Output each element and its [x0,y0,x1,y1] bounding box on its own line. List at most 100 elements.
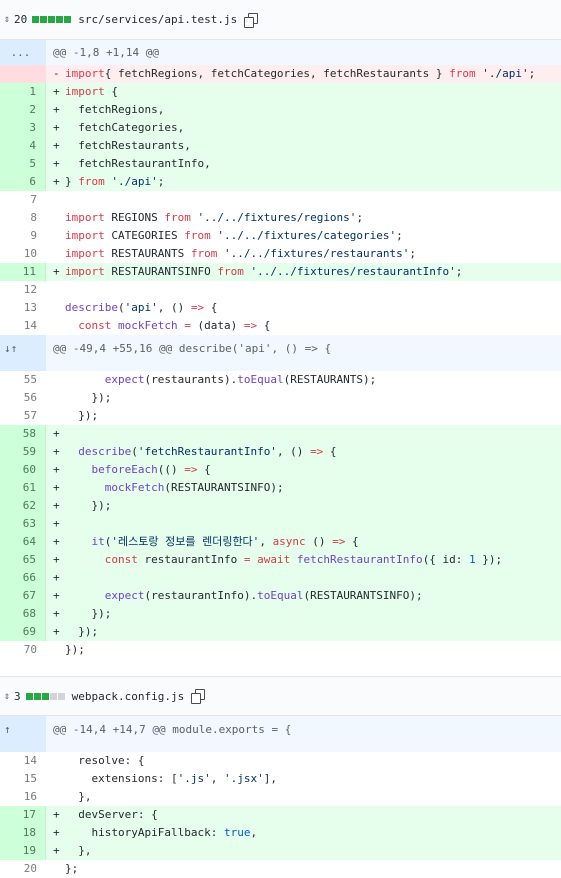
code-token: '.jsx' [223,772,264,785]
diff-line: 65 + const restaurantInfo = await fetchRe… [0,551,561,569]
line-number[interactable]: 14 [0,317,46,335]
line-number[interactable]: 6 [0,173,46,191]
diff-marker: + [53,481,60,494]
line-number[interactable]: 68 [0,605,46,623]
line-number[interactable]: 64 [0,533,46,551]
file-path-link[interactable]: src/services/api.test.js [78,13,237,26]
line-number[interactable]: 14 [0,752,46,770]
line-number[interactable]: 20 [0,860,46,878]
line-number[interactable]: 9 [0,227,46,245]
code-token: './api' [111,175,158,188]
expand-all-icon[interactable]: ⇕ [2,14,12,25]
line-number[interactable]: 60 [0,461,46,479]
diff-line: 4 + fetchRestaurants, [0,137,561,155]
code-token: { [257,319,271,332]
expand-all-icon[interactable]: ⇕ [2,691,12,702]
line-number[interactable]: 11 [0,263,46,281]
code-token: (restaurants). [144,373,238,386]
line-number[interactable]: 69 [0,623,46,641]
line-number[interactable]: 1 [0,83,46,101]
line-code: + fetchRegions, [46,101,561,119]
code-token: ], [263,772,277,785]
code-token: () [305,535,333,548]
diff-line: 67 + expect(restaurantInfo).toEqual(RESTA… [0,587,561,605]
diff-line: 13 describe('api', () => { [0,299,561,317]
code-token: (data) [190,319,244,332]
diff-marker: + [53,445,60,458]
line-code: + }); [46,623,561,641]
code-token: , () [276,445,311,458]
line-number[interactable]: 13 [0,299,46,317]
line-number[interactable]: 8 [0,209,46,227]
file-header: ⇕ 20 src/services/api.test.js [0,0,561,40]
diff-line: 20}; [0,860,561,878]
line-number[interactable]: 56 [0,389,46,407]
expand-hunk-button[interactable]: ↓↑ [0,335,46,371]
line-number[interactable]: 55 [0,371,46,389]
diff-line: 59 + describe('fetchRestaurantInfo', () =… [0,443,561,461]
code-token: from [190,247,218,260]
code-token: toEqual [257,589,304,602]
line-number[interactable]: 19 [0,842,46,860]
code-token: => [190,301,205,314]
line-number[interactable]: 5 [0,155,46,173]
line-number[interactable]: 12 [0,281,46,299]
line-number[interactable]: 59 [0,443,46,461]
code-token: true [223,826,251,839]
line-number[interactable] [0,65,46,83]
code-token: => [332,535,346,548]
expand-hunk-button[interactable]: ... [0,40,46,65]
line-number[interactable]: 10 [0,245,46,263]
diff-marker: + [53,85,60,98]
hunk-header-text: @@ -49,4 +55,16 @@ describe('api', () =>… [53,342,332,355]
line-code: describe('api', () => { [46,299,561,317]
line-number[interactable]: 15 [0,770,46,788]
copy-icon[interactable] [191,689,206,704]
line-number[interactable]: 61 [0,479,46,497]
diff-line: 57 }); [0,407,561,425]
line-number[interactable]: 3 [0,119,46,137]
line-number[interactable]: 18 [0,824,46,842]
line-code [46,191,561,209]
expand-hunk-button[interactable]: ↑ [0,716,46,752]
diff-line: - import{ fetchRegions, fetchCategories, … [0,65,561,83]
line-number[interactable]: 2 [0,101,46,119]
line-number[interactable]: 65 [0,551,46,569]
code-token: = [184,319,191,332]
diff-line: 1 + import { [0,83,561,101]
line-number[interactable]: 4 [0,137,46,155]
diff-line: 62 + }); [0,497,561,515]
diff-line: 10 import RESTAURANTS from '../../fixture… [0,245,561,263]
code-token: 'api' [124,301,158,314]
diffstat-bar [25,692,66,700]
line-number[interactable]: 58 [0,425,46,443]
code-token: { fetchRegions, fetchCategories, fetchRe… [104,67,450,80]
line-number[interactable]: 70 [0,641,46,659]
diff-line: 11 + import RESTAURANTSINFO from '../../fi… [0,263,561,281]
line-number[interactable]: 57 [0,407,46,425]
file-path-link[interactable]: webpack.config.js [72,690,185,703]
line-number[interactable]: 62 [0,497,46,515]
line-number[interactable]: 66 [0,569,46,587]
line-number[interactable]: 63 [0,515,46,533]
diff-view: ⇕ 20 src/services/api.test.js ... @@ -1,8… [0,0,561,878]
code-token: }); [65,625,99,638]
line-number[interactable]: 17 [0,806,46,824]
diff-line: 55 expect(restaurants).toEqual(RESTAURAN… [0,371,561,389]
hunk-header: ↓↑ @@ -49,4 +55,16 @@ describe('api', () … [0,335,561,371]
copy-icon[interactable] [244,12,259,28]
code-token: '../../fixtures/restaurantInfo' [250,265,456,278]
diff-line: 56 }); [0,389,561,407]
line-number[interactable]: 7 [0,191,46,209]
code-token: ; [356,211,364,224]
diffstat-bar [32,16,72,23]
line-code: + [46,515,561,533]
line-code: + it('레스토랑 정보를 렌더링한다', async () => { [46,533,561,551]
line-number[interactable]: 67 [0,587,46,605]
code-token: CATEGORIES [104,229,185,242]
line-number[interactable]: 16 [0,788,46,806]
